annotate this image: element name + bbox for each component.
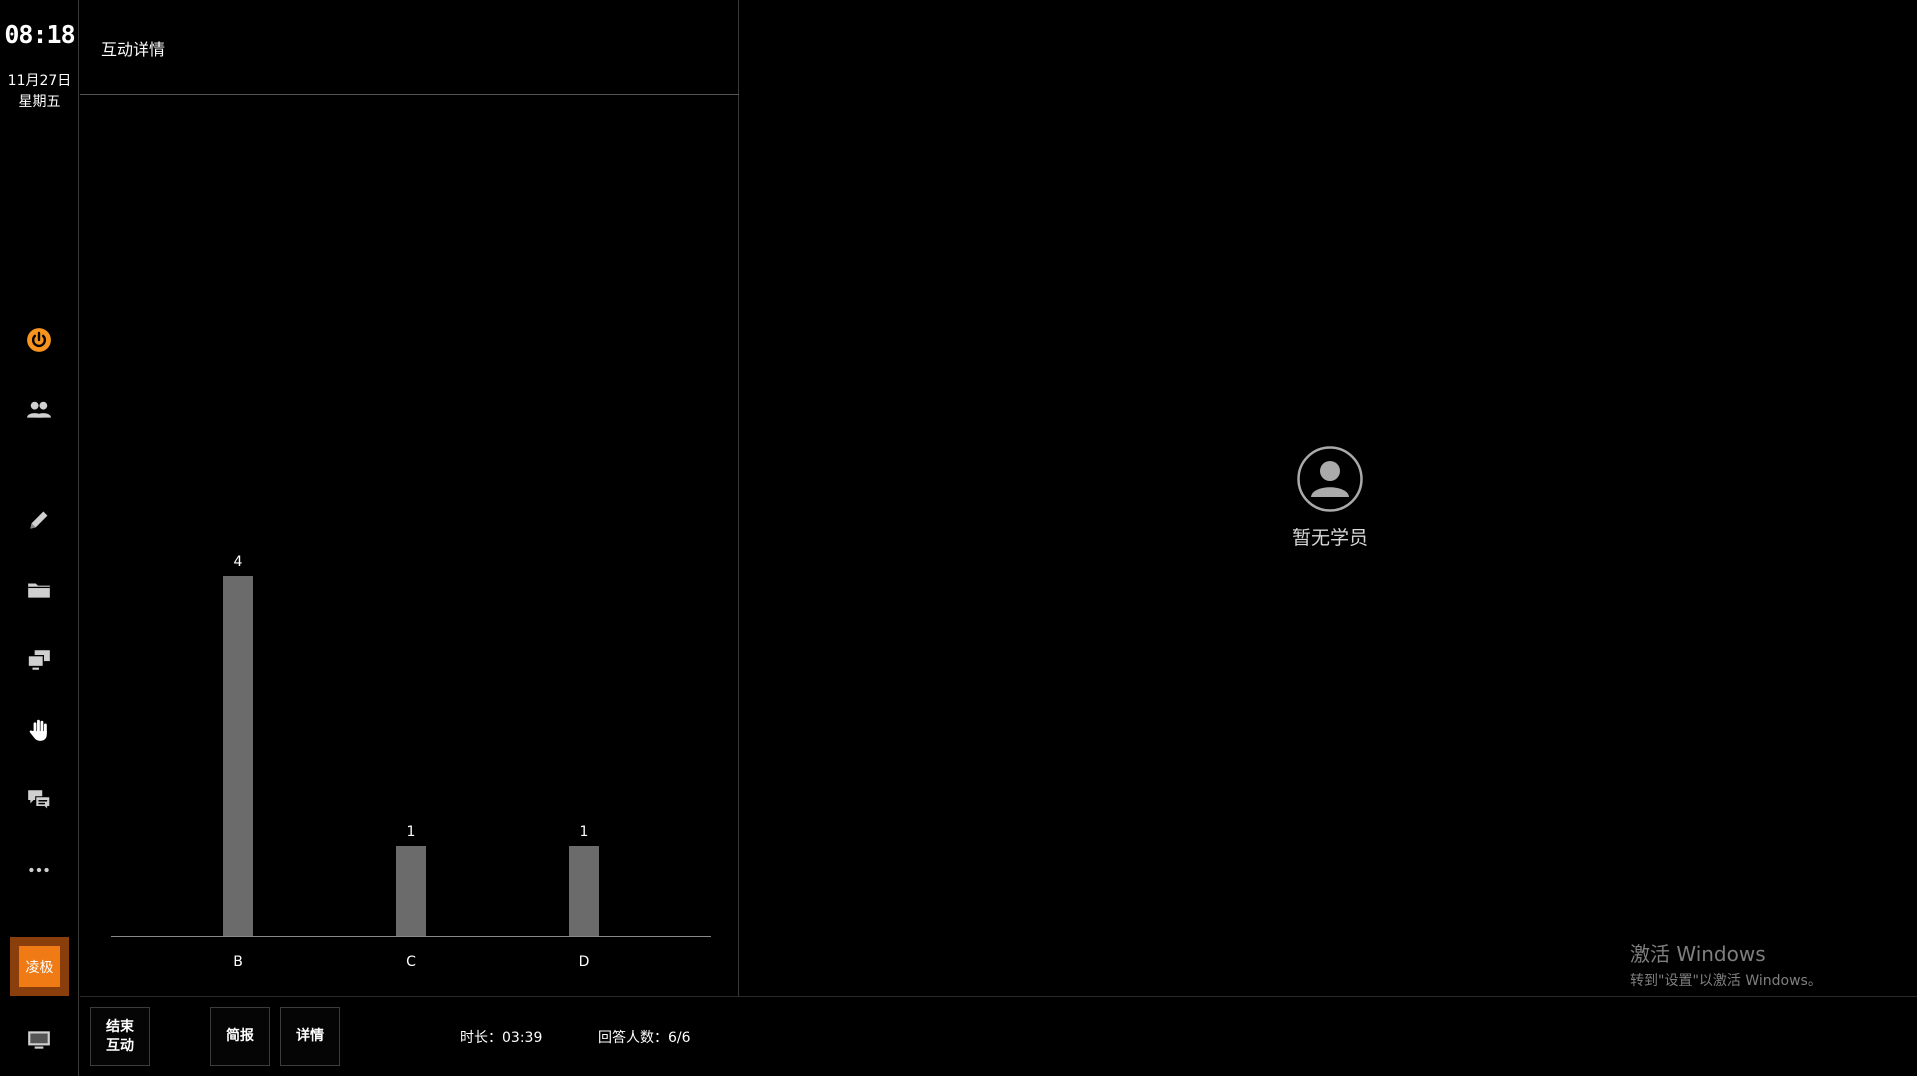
watermark-title: 激活 Windows xyxy=(1630,942,1766,966)
monitor-icon[interactable] xyxy=(22,1023,56,1057)
user-avatar-icon xyxy=(1297,446,1363,512)
clock-date: 11月27日 xyxy=(7,73,72,89)
answer-bar-chart: 4 B 1 C 1 D xyxy=(111,554,711,970)
empty-state: 暂无学员 xyxy=(1260,445,1400,550)
sidebar: 08:18 11月27日 星期五 凌极 xyxy=(0,0,79,1076)
respondents-count: 回答人数：6/6 xyxy=(598,1030,691,1046)
chat-icon[interactable] xyxy=(22,783,56,817)
panel-title: 互动详情 xyxy=(101,40,166,59)
hand-icon[interactable] xyxy=(22,713,56,747)
pencil-icon[interactable] xyxy=(22,503,56,537)
bar-C xyxy=(396,846,426,936)
bottom-toolbar: 结束 互动 简报 详情 时长：03:39 回答人数：6/6 xyxy=(80,996,1917,1076)
watermark-subtitle: 转到"设置"以激活 Windows。 xyxy=(1630,973,1822,989)
bar-value-label-B: 4 xyxy=(234,554,243,570)
brief-report-button[interactable]: 简报 xyxy=(210,1007,270,1066)
interaction-detail-panel: 互动详情 4 B 1 C 1 D xyxy=(80,0,739,996)
clock-weekday: 星期五 xyxy=(18,94,61,110)
category-label-D: D xyxy=(579,954,590,970)
group-icon[interactable] xyxy=(22,393,56,427)
app-tile[interactable]: 凌极 xyxy=(10,937,69,996)
bar-value-label-D: 1 xyxy=(580,824,589,840)
more-icon[interactable] xyxy=(22,853,56,887)
windows-activation-watermark: 激活 Windows 转到"设置"以激活 Windows。 xyxy=(1630,938,1822,990)
details-button[interactable]: 详情 xyxy=(280,1007,340,1066)
bar-value-label-C: 1 xyxy=(407,824,416,840)
folder-icon[interactable] xyxy=(22,573,56,607)
category-label-B: B xyxy=(233,954,243,970)
no-students-label: 暂无学员 xyxy=(1291,527,1368,549)
duration-label: 时长：03:39 xyxy=(460,1030,543,1046)
end-interaction-button[interactable]: 结束 互动 xyxy=(90,1007,150,1066)
power-icon[interactable] xyxy=(22,323,56,357)
app-tile-label: 凌极 xyxy=(19,946,60,987)
screens-icon[interactable] xyxy=(22,643,56,677)
bar-B xyxy=(223,576,253,936)
clock-time: 08:18 xyxy=(4,20,75,49)
bar-D xyxy=(569,846,599,936)
category-label-C: C xyxy=(406,954,416,970)
